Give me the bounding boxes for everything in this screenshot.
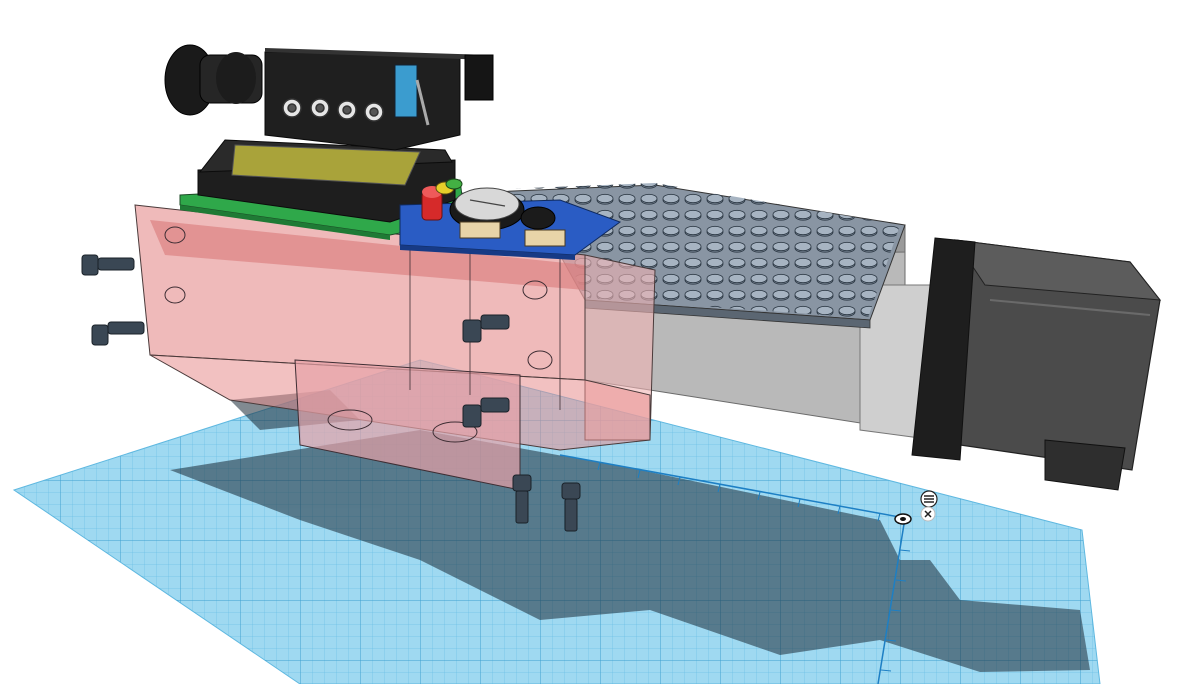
screw[interactable] bbox=[81, 254, 135, 276]
led-green bbox=[445, 178, 463, 190]
screw[interactable] bbox=[512, 474, 532, 524]
ruler-origin-icon[interactable] bbox=[894, 513, 912, 525]
screw[interactable] bbox=[91, 321, 145, 346]
list-icon[interactable] bbox=[920, 490, 938, 508]
close-icon[interactable] bbox=[920, 506, 936, 522]
top-enclosure[interactable] bbox=[164, 44, 494, 151]
stepper-motor[interactable] bbox=[911, 237, 1162, 491]
buzzer bbox=[520, 206, 556, 230]
fan-icon bbox=[164, 44, 263, 116]
screw[interactable] bbox=[561, 482, 581, 532]
scene-canvas[interactable] bbox=[0, 0, 1186, 684]
push-button[interactable] bbox=[459, 221, 501, 239]
3d-viewport[interactable] bbox=[0, 0, 1186, 684]
push-button[interactable] bbox=[524, 229, 566, 247]
